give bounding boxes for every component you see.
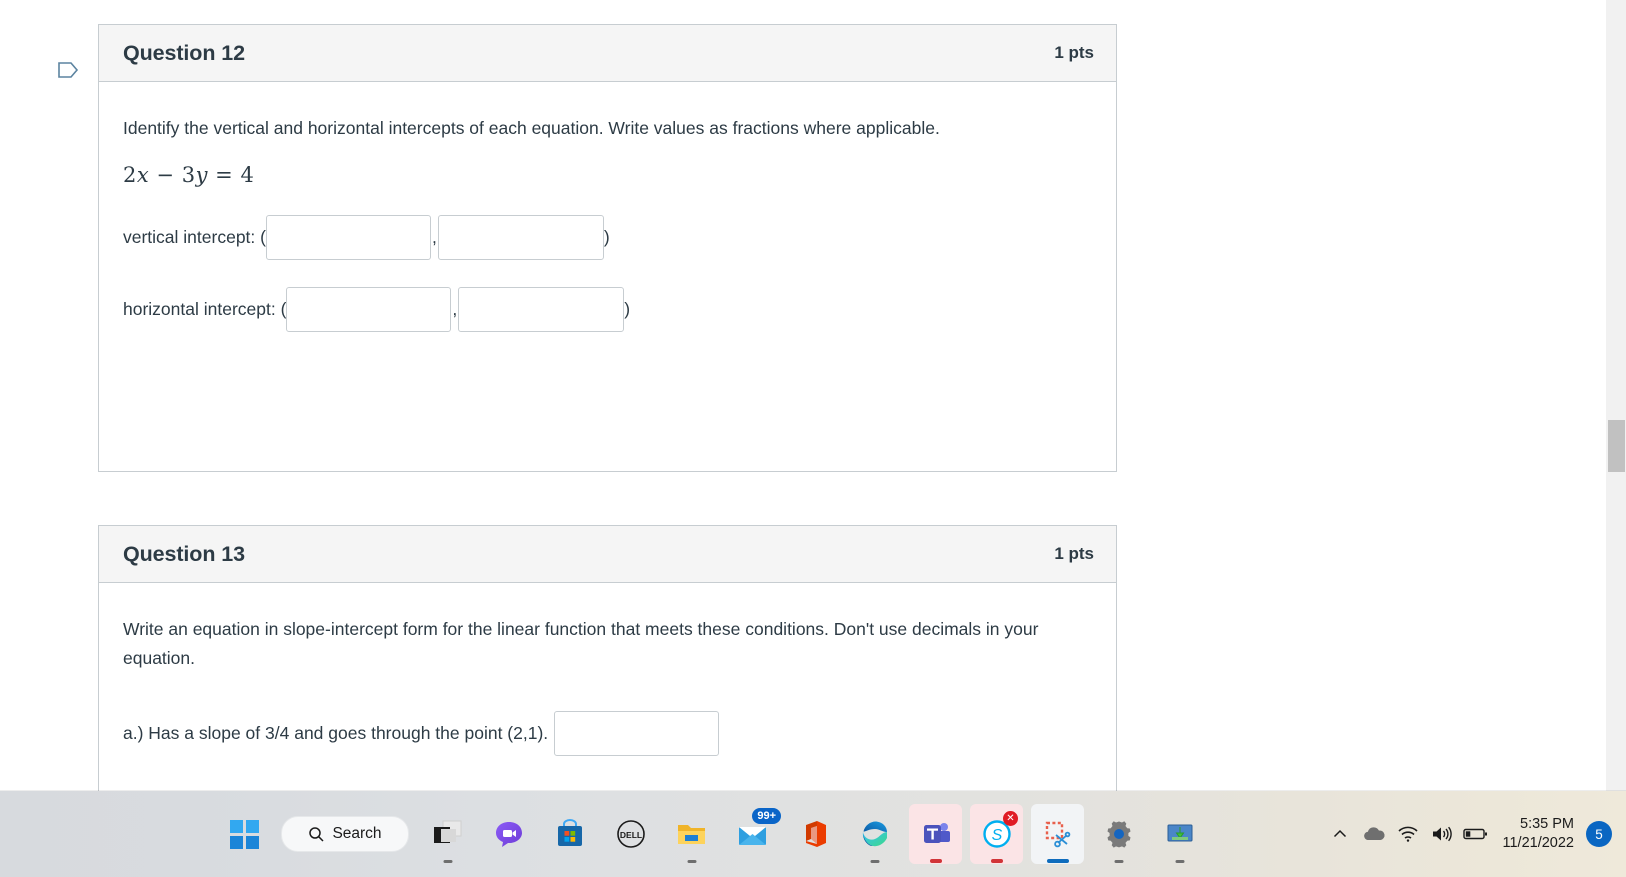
running-indicator (990, 859, 1003, 863)
running-indicator (870, 860, 879, 863)
tray-overflow-button[interactable] (1323, 814, 1357, 854)
snipping-tool-icon (1045, 821, 1070, 848)
chevron-up-icon (1333, 829, 1346, 838)
running-indicator (1114, 860, 1123, 863)
taskbar-item-dell[interactable]: DELL (604, 804, 657, 864)
taskbar-item-microsoft-edge[interactable] (848, 804, 901, 864)
horizontal-intercept-row: horizontal intercept: ( , ) (123, 287, 1092, 333)
flag-outline-icon[interactable] (57, 59, 79, 81)
question-card: Question 12 1 pts Identify the vertical … (98, 24, 1117, 472)
horizontal-intercept-y-input[interactable] (458, 287, 625, 333)
running-indicator (443, 860, 452, 863)
question-prompt: Identify the vertical and horizontal int… (123, 118, 940, 138)
wifi-tray-icon[interactable] (1391, 814, 1425, 854)
running-indicator (687, 860, 696, 863)
search-button[interactable]: Search (281, 816, 409, 852)
vertical-scrollbar[interactable] (1605, 0, 1626, 791)
question-prompt: Write an equation in slope-intercept for… (123, 619, 1039, 669)
taskbar-item-mail[interactable]: 99+ (726, 804, 781, 864)
skype-error-badge: ✕ (1003, 811, 1018, 826)
equation-coef-1: 2 (123, 163, 137, 188)
gear-icon (1107, 821, 1130, 848)
equation-equals: = (215, 163, 234, 188)
taskbar-icon-group: Search DELL 99+ S ✕ (214, 791, 1210, 877)
vertical-intercept-y-input[interactable] (437, 215, 604, 261)
taskbar-item-update-utility[interactable] (1153, 804, 1206, 864)
taskbar-item-microsoft-store[interactable] (543, 804, 596, 864)
clock-time: 5:35 PM (1520, 816, 1574, 833)
page-title: Question 12 (123, 40, 245, 65)
system-tray: 5:35 PM 11/21/2022 5 (1323, 791, 1612, 877)
vertical-intercept-label: vertical intercept: (123, 227, 261, 248)
equation-minus: − (156, 163, 175, 188)
equation-var-1: x (136, 163, 150, 188)
equation-rhs: 4 (240, 163, 255, 188)
equation-var-2: y (195, 163, 208, 188)
question-header: Question 12 1 pts (99, 25, 1116, 82)
taskbar-item-task-view[interactable] (421, 804, 474, 864)
scrollbar-thumb[interactable] (1608, 420, 1625, 472)
store-icon (557, 819, 582, 846)
running-indicator (929, 859, 942, 863)
battery-icon (1462, 828, 1487, 840)
page-title: Question 13 (123, 541, 245, 566)
horizontal-intercept-x-input[interactable] (286, 287, 452, 333)
monitor-download-icon (1167, 824, 1192, 842)
vertical-intercept-row: vertical intercept: ( , ) (123, 215, 1092, 261)
clock-button[interactable]: 5:35 PM 11/21/2022 (1503, 815, 1575, 852)
svg-text:DELL: DELL (619, 830, 641, 840)
part-a-label: a.) Has a slope of 3/4 and goes through … (123, 722, 549, 743)
battery-tray-icon[interactable] (1459, 814, 1493, 854)
comma-separator: , (452, 299, 458, 320)
svg-text:S: S (991, 827, 1002, 844)
part-a-row: a.) Has a slope of 3/4 and goes through … (123, 710, 1092, 756)
onedrive-tray-icon[interactable] (1357, 814, 1391, 854)
mail-icon (739, 827, 766, 845)
folder-icon (678, 825, 705, 844)
speaker-icon (1432, 826, 1452, 842)
close-paren: ) (603, 227, 610, 248)
question-card: Question 13 1 pts Write an equation in s… (98, 525, 1117, 791)
question-body: Write an equation in slope-intercept for… (99, 583, 1116, 756)
taskbar-item-snipping-tool[interactable] (1031, 804, 1084, 864)
taskbar-item-skype[interactable]: S ✕ (970, 804, 1023, 864)
quiz-page-content: Question 12 1 pts Identify the vertical … (0, 0, 1605, 791)
question-equation: 2x − 3y = 4 (123, 163, 1092, 187)
start-button[interactable] (218, 804, 271, 864)
windows-taskbar: Search DELL 99+ S ✕ 5:35 PM 11/21/2022 5 (0, 791, 1626, 877)
mail-badge: 99+ (752, 808, 781, 825)
taskbar-item-file-explorer[interactable] (665, 804, 718, 864)
office-icon (805, 821, 826, 847)
volume-tray-icon[interactable] (1425, 814, 1459, 854)
taskbar-item-office[interactable] (787, 804, 840, 864)
screen: Question 12 1 pts Identify the vertical … (0, 0, 1626, 877)
dell-icon: DELL (616, 820, 645, 848)
part-a-answer-input[interactable] (554, 710, 720, 756)
question-points: 1 pts (1054, 544, 1094, 563)
running-indicator (1175, 860, 1184, 863)
search-label: Search (332, 825, 382, 842)
equation-coef-2: 3 (181, 163, 196, 188)
running-indicator (1046, 859, 1069, 863)
comma-separator: , (431, 227, 437, 248)
teams-icon (923, 823, 950, 843)
vertical-intercept-x-input[interactable] (265, 215, 431, 261)
taskbar-item-settings[interactable] (1092, 804, 1145, 864)
question-points: 1 pts (1054, 43, 1094, 62)
clock-date: 11/21/2022 (1502, 835, 1575, 851)
wifi-icon (1397, 826, 1418, 842)
notification-badge[interactable]: 5 (1586, 821, 1612, 847)
taskbar-item-microsoft-teams[interactable] (909, 804, 962, 864)
question-body: Identify the vertical and horizontal int… (99, 82, 1116, 333)
chat-icon (495, 822, 522, 847)
cloud-icon (1363, 827, 1385, 840)
taskbar-item-chat[interactable] (482, 804, 535, 864)
task-view-icon (433, 820, 461, 843)
search-icon (309, 826, 324, 842)
horizontal-intercept-label: horizontal intercept: (123, 299, 281, 320)
windows-logo-icon (230, 819, 259, 849)
close-paren: ) (624, 299, 631, 320)
edge-icon (862, 821, 887, 847)
question-header: Question 13 1 pts (99, 526, 1116, 583)
